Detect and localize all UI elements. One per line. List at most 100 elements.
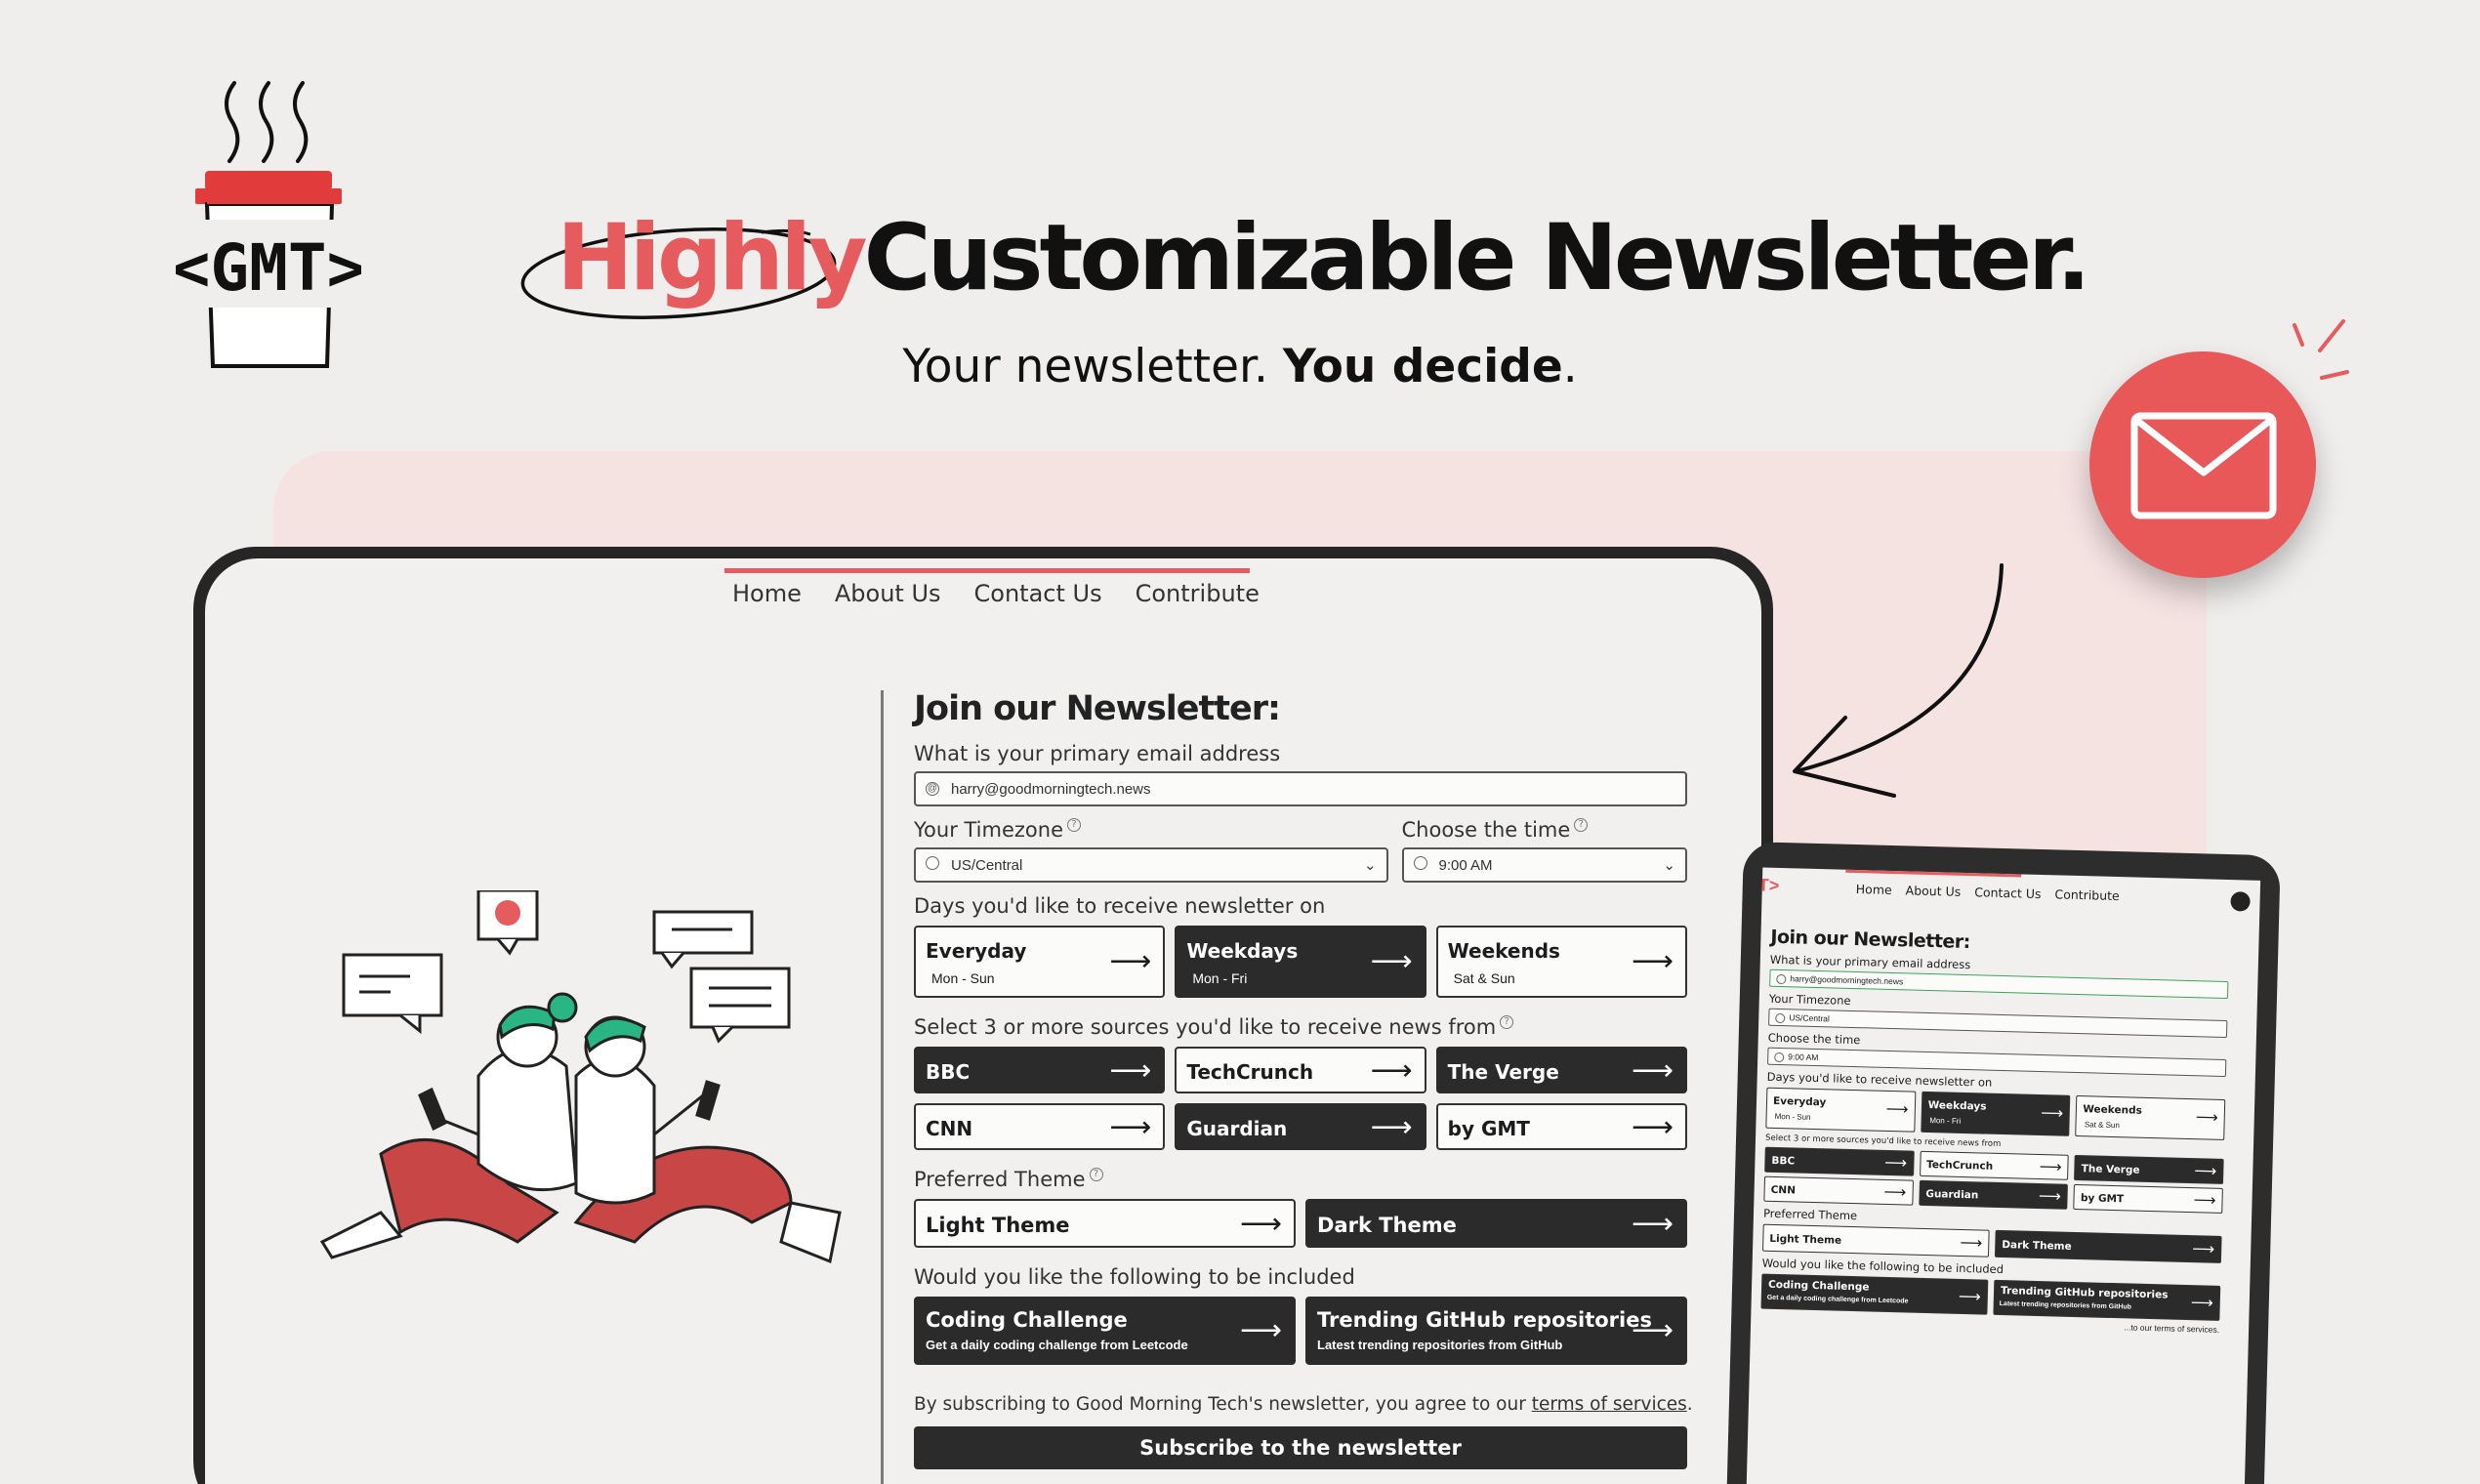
tablet-days-options: Everyday Mon - Sun ⟶ Weekdays Mon - Fri ⟶ We… bbox=[1765, 1087, 2226, 1140]
laptop-mockup: Home About Us Contact Us Contribute Join… bbox=[193, 547, 1773, 1484]
clock-icon bbox=[1413, 856, 1427, 870]
days-label: Days you'd like to receive newsletter on bbox=[914, 894, 1326, 918]
arrow-right-icon: ⟶ bbox=[1370, 1111, 1413, 1143]
nav-accent-bar bbox=[724, 568, 1250, 573]
envelope-icon bbox=[2130, 412, 2277, 519]
laptop-screen: Home About Us Contact Us Contribute Join… bbox=[205, 558, 1761, 1484]
logo-text: <GMT> bbox=[176, 230, 361, 306]
tablet-mockup: T> Home About Us Contact Us Contribute J… bbox=[1725, 842, 2281, 1484]
arrow-right-icon: ⟶ bbox=[1109, 945, 1152, 977]
source-techcrunch[interactable]: TechCrunch ⟶ bbox=[1175, 1047, 1426, 1093]
arrow-right-icon: ⟶ bbox=[1631, 1054, 1674, 1087]
nav-home[interactable]: Home bbox=[732, 580, 802, 607]
nav-contribute[interactable]: Contribute bbox=[1136, 580, 1260, 607]
source-the-verge[interactable]: The Verge ⟶ bbox=[1435, 1047, 1687, 1093]
tablet-include-coding[interactable]: Coding Challenge Get a daily coding chall… bbox=[1760, 1273, 1989, 1315]
tablet-form: Join our Newsletter: What is your primar… bbox=[1760, 927, 2229, 1335]
tablet-source-cnn[interactable]: CNN ⟶ bbox=[1763, 1175, 1914, 1206]
email-field[interactable]: @ harry@goodmorningtech.news bbox=[914, 771, 1687, 806]
tablet-include-github[interactable]: Trending GitHub repositories Latest trend… bbox=[1993, 1279, 2221, 1321]
tablet-source-techcrunch[interactable]: TechCrunch ⟶ bbox=[1919, 1150, 2070, 1180]
arrow-right-icon: ⟶ bbox=[1109, 1054, 1152, 1087]
include-label: Would you like the following to be inclu… bbox=[914, 1265, 1355, 1289]
theme-options: Light Theme ⟶ Dark Theme ⟶ bbox=[914, 1199, 1687, 1248]
tablet-source-the-verge[interactable]: The Verge ⟶ bbox=[2074, 1154, 2224, 1184]
tablet-nav-accent-bar bbox=[1845, 869, 2022, 878]
include-options: Coding Challenge Get a daily coding chall… bbox=[914, 1297, 1687, 1365]
day-option-weekends[interactable]: Weekends Sat & Sun ⟶ bbox=[1435, 926, 1687, 998]
time-select[interactable]: 9:00 AM ⌄ bbox=[1401, 847, 1687, 883]
tablet-source-bbc[interactable]: BBC ⟶ bbox=[1764, 1146, 1915, 1176]
tablet-day-everyday[interactable]: Everyday Mon - Sun ⟶ bbox=[1765, 1087, 1917, 1133]
help-icon[interactable]: ? bbox=[1500, 1015, 1514, 1029]
tablet-nav: Home About Us Contact Us Contribute bbox=[1856, 882, 2120, 903]
sources-row-1: BBC ⟶ TechCrunch ⟶ The Verge ⟶ bbox=[914, 1047, 1687, 1093]
include-coding-challenge[interactable]: Coding Challenge Get a daily coding chall… bbox=[914, 1297, 1296, 1365]
vertical-divider bbox=[881, 690, 884, 1484]
arrow-right-icon: ⟶ bbox=[1239, 1208, 1282, 1240]
arrow-right-icon: ⟶ bbox=[1109, 1111, 1152, 1143]
main-nav: Home About Us Contact Us Contribute bbox=[732, 580, 1260, 607]
chevron-down-icon: ⌄ bbox=[1363, 857, 1377, 874]
curved-arrow-icon bbox=[1793, 563, 2004, 798]
hero-subtitle: Your newsletter. You decide. bbox=[902, 340, 1578, 393]
arrow-right-icon: ⟶ bbox=[1631, 1111, 1674, 1143]
sources-label: Select 3 or more sources you'd like to r… bbox=[914, 1015, 1687, 1039]
theme-toggle-icon[interactable] bbox=[2230, 891, 2251, 912]
theme-dark[interactable]: Dark Theme ⟶ bbox=[1305, 1199, 1687, 1248]
email-label: What is your primary email address bbox=[914, 742, 1281, 765]
globe-icon bbox=[926, 856, 939, 870]
day-option-weekdays[interactable]: Weekdays Mon - Fri ⟶ bbox=[1175, 926, 1426, 998]
sources-row-2: CNN ⟶ Guardian ⟶ by GMT ⟶ bbox=[914, 1103, 1687, 1150]
tablet-nav-contact[interactable]: Contact Us bbox=[1974, 885, 2042, 901]
include-github-trending[interactable]: Trending GitHub repositories Latest trend… bbox=[1305, 1297, 1687, 1365]
form-title: Join our Newsletter: bbox=[914, 689, 1281, 728]
tablet-screen: T> Home About Us Contact Us Contribute J… bbox=[1746, 867, 2261, 1484]
days-options: Everyday Mon - Sun ⟶ Weekdays Mon - Fri ⟶ We… bbox=[914, 926, 1687, 998]
tablet-logo: T> bbox=[1757, 875, 1780, 895]
theme-label: Preferred Theme? bbox=[914, 1168, 1687, 1191]
newsletter-form: Join our Newsletter: What is your primar… bbox=[914, 689, 1693, 1469]
help-icon[interactable]: ? bbox=[1067, 818, 1081, 832]
tablet-day-weekends[interactable]: Weekends Sat & Sun ⟶ bbox=[2075, 1095, 2226, 1140]
sparkle-icon bbox=[2293, 319, 2349, 380]
nav-contact[interactable]: Contact Us bbox=[974, 580, 1102, 607]
source-cnn[interactable]: CNN ⟶ bbox=[914, 1103, 1166, 1150]
steam-icon bbox=[225, 81, 309, 163]
hero-title: HighlyCustomizable Newsletter. bbox=[557, 205, 2091, 311]
timezone-label: Your Timezone? bbox=[914, 818, 1388, 842]
tablet-theme-light[interactable]: Light Theme ⟶ bbox=[1762, 1223, 1990, 1257]
chevron-down-icon: ⌄ bbox=[1663, 857, 1675, 874]
time-label: Choose the time? bbox=[1402, 818, 1687, 842]
tablet-nav-contribute[interactable]: Contribute bbox=[2054, 886, 2120, 903]
terms-link[interactable]: terms of services bbox=[1532, 1394, 1687, 1415]
arrow-right-icon: ⟶ bbox=[1370, 1054, 1413, 1087]
arrow-right-icon: ⟶ bbox=[1631, 945, 1674, 977]
hero-heading: HighlyCustomizable Newsletter. bbox=[520, 205, 2091, 342]
reading-people-illustration bbox=[319, 890, 842, 1264]
tablet-nav-home[interactable]: Home bbox=[1856, 882, 1892, 897]
help-icon[interactable]: ? bbox=[1574, 818, 1589, 832]
source-bbc[interactable]: BBC ⟶ bbox=[914, 1047, 1166, 1093]
tablet-day-weekdays[interactable]: Weekdays Mon - Fri ⟶ bbox=[1920, 1091, 2071, 1136]
subscribe-button[interactable]: Subscribe to the newsletter bbox=[914, 1426, 1687, 1469]
title-rest: Customizable Newsletter. bbox=[863, 205, 2091, 311]
terms-text: By subscribing to Good Morning Tech's ne… bbox=[914, 1394, 1693, 1415]
gmt-logo: <GMT> bbox=[176, 81, 361, 368]
arrow-right-icon: ⟶ bbox=[1239, 1314, 1282, 1346]
tablet-source-by-gmt[interactable]: by GMT ⟶ bbox=[2073, 1183, 2223, 1214]
tablet-nav-about[interactable]: About Us bbox=[1905, 883, 1961, 898]
tablet-source-guardian[interactable]: Guardian ⟶ bbox=[1918, 1179, 2069, 1210]
arrow-right-icon: ⟶ bbox=[1631, 1314, 1674, 1346]
source-by-gmt[interactable]: by GMT ⟶ bbox=[1435, 1103, 1687, 1150]
day-option-everyday[interactable]: Everyday Mon - Sun ⟶ bbox=[914, 926, 1166, 998]
theme-light[interactable]: Light Theme ⟶ bbox=[914, 1199, 1296, 1248]
tablet-theme-dark[interactable]: Dark Theme ⟶ bbox=[1994, 1229, 2222, 1263]
source-guardian[interactable]: Guardian ⟶ bbox=[1175, 1103, 1426, 1150]
help-icon[interactable]: ? bbox=[1089, 1168, 1103, 1181]
nav-about[interactable]: About Us bbox=[835, 580, 941, 607]
arrow-right-icon: ⟶ bbox=[1370, 945, 1413, 977]
timezone-select[interactable]: US/Central ⌄ bbox=[914, 847, 1388, 883]
title-highlight: Highly bbox=[557, 205, 868, 311]
arrow-right-icon: ⟶ bbox=[1631, 1208, 1674, 1240]
